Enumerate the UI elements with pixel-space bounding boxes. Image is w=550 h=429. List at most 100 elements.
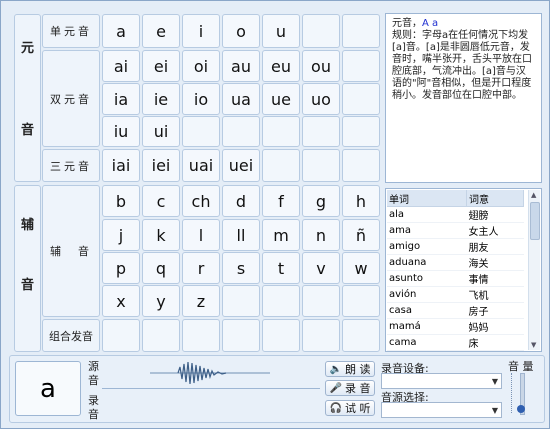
word-list-scrollbar[interactable]: ▲ ▼ bbox=[528, 190, 540, 350]
phoneme-key[interactable]: iu bbox=[102, 116, 140, 147]
phoneme-key[interactable]: n bbox=[302, 219, 340, 251]
word-row[interactable]: mamá 妈妈 bbox=[387, 318, 524, 335]
phoneme-key[interactable]: uei bbox=[222, 149, 260, 182]
current-letter-display: a bbox=[15, 361, 81, 416]
phoneme-key[interactable]: p bbox=[102, 252, 140, 284]
meaning-cell: 事情 bbox=[466, 270, 524, 287]
phoneme-key[interactable]: ua bbox=[222, 83, 260, 115]
empty-cell bbox=[222, 116, 260, 147]
phoneme-key[interactable]: ch bbox=[182, 185, 220, 217]
col-header-meaning[interactable]: 词意 bbox=[466, 190, 524, 207]
word-cell: avión bbox=[387, 286, 467, 303]
word-row[interactable]: amigo 朋友 bbox=[387, 238, 524, 255]
phoneme-key[interactable]: g bbox=[302, 185, 340, 217]
meaning-cell: 床 bbox=[466, 334, 524, 351]
phoneme-key[interactable]: ie bbox=[142, 83, 180, 115]
phoneme-key[interactable]: r bbox=[182, 252, 220, 284]
phoneme-key[interactable]: u bbox=[262, 14, 300, 48]
phoneme-key[interactable]: io bbox=[182, 83, 220, 115]
consonant-section-label: 辅 音 bbox=[14, 185, 41, 352]
waveform-divider bbox=[102, 388, 320, 389]
volume-slider-thumb[interactable] bbox=[517, 405, 525, 413]
word-table: 单词 词意 ala 翅膀 ama 女主人 amigo 朋友 aduana 海关 asunto 事情… bbox=[387, 190, 524, 351]
scroll-up-arrow-icon[interactable]: ▲ bbox=[531, 191, 536, 199]
row-label-triple-vowel: 三元音 bbox=[42, 149, 100, 182]
phoneme-key[interactable]: ll bbox=[222, 219, 260, 251]
empty-cell bbox=[342, 50, 380, 82]
phoneme-key[interactable]: z bbox=[182, 285, 220, 317]
phoneme-key[interactable]: ei bbox=[142, 50, 180, 82]
empty-cell bbox=[302, 149, 340, 182]
record-device-select[interactable]: ▼ bbox=[381, 373, 502, 389]
phoneme-key[interactable]: c bbox=[142, 185, 180, 217]
phoneme-key[interactable]: o bbox=[222, 14, 260, 48]
phoneme-key[interactable]: v bbox=[302, 252, 340, 284]
empty-cell bbox=[342, 83, 380, 115]
phoneme-key[interactable]: k bbox=[142, 219, 180, 251]
phoneme-key[interactable]: eu bbox=[262, 50, 300, 82]
phoneme-key[interactable]: j bbox=[102, 219, 140, 251]
phoneme-key[interactable]: ñ bbox=[342, 219, 380, 251]
word-cell: asunto bbox=[387, 270, 467, 287]
word-row[interactable]: aduana 海关 bbox=[387, 254, 524, 271]
phoneme-key[interactable]: ue bbox=[262, 83, 300, 115]
empty-cell bbox=[342, 14, 380, 48]
phoneme-key[interactable]: h bbox=[342, 185, 380, 217]
phoneme-key[interactable]: l bbox=[182, 219, 220, 251]
phoneme-key[interactable]: uo bbox=[302, 83, 340, 115]
word-row[interactable]: casa 房子 bbox=[387, 302, 524, 319]
col-header-word[interactable]: 单词 bbox=[387, 190, 467, 207]
empty-cell bbox=[302, 319, 340, 352]
phoneme-key[interactable]: w bbox=[342, 252, 380, 284]
phoneme-key[interactable]: uai bbox=[182, 149, 220, 182]
phoneme-key[interactable]: y bbox=[142, 285, 180, 317]
chevron-down-icon: ▼ bbox=[491, 406, 498, 415]
empty-cell bbox=[342, 319, 380, 352]
info-body: 规则：字母a在任何情况下均发[a]音。[a]是非圆唇低元音，发音时，嘴半张开，舌… bbox=[392, 30, 532, 101]
meaning-cell: 妈妈 bbox=[466, 318, 524, 335]
phoneme-key[interactable]: iai bbox=[102, 149, 140, 182]
volume-level-meter bbox=[511, 373, 514, 413]
phoneme-key[interactable]: ui bbox=[142, 116, 180, 147]
recorded-audio-label: 录音 bbox=[88, 394, 99, 421]
phoneme-key[interactable]: oi bbox=[182, 50, 220, 82]
phoneme-key[interactable]: au bbox=[222, 50, 260, 82]
phoneme-key[interactable]: ou bbox=[302, 50, 340, 82]
word-row[interactable]: ala 翅膀 bbox=[387, 206, 524, 223]
empty-cell bbox=[342, 285, 380, 317]
empty-cell bbox=[302, 116, 340, 147]
phoneme-key[interactable]: m bbox=[262, 219, 300, 251]
phoneme-key[interactable]: t bbox=[262, 252, 300, 284]
scroll-thumb[interactable] bbox=[530, 202, 540, 240]
phoneme-key[interactable]: f bbox=[262, 185, 300, 217]
word-list[interactable]: 单词 词意 ala 翅膀 ama 女主人 amigo 朋友 aduana 海关 asunto 事情… bbox=[385, 188, 542, 352]
word-cell: mamá bbox=[387, 318, 467, 335]
phoneme-key[interactable]: d bbox=[222, 185, 260, 217]
word-row[interactable]: asunto 事情 bbox=[387, 270, 524, 287]
phoneme-key[interactable]: a bbox=[102, 14, 140, 48]
info-title: 元音，A a bbox=[392, 18, 439, 29]
read-aloud-button[interactable]: 🔈 朗 读 bbox=[325, 361, 375, 377]
audio-source-select[interactable]: ▼ bbox=[381, 402, 502, 418]
empty-cell bbox=[302, 285, 340, 317]
phoneme-key[interactable]: e bbox=[142, 14, 180, 48]
phoneme-key[interactable]: x bbox=[102, 285, 140, 317]
phoneme-key[interactable]: ai bbox=[102, 50, 140, 82]
phoneme-key[interactable]: i bbox=[182, 14, 220, 48]
phoneme-key[interactable]: ia bbox=[102, 83, 140, 115]
phoneme-key[interactable]: s bbox=[222, 252, 260, 284]
scroll-down-arrow-icon[interactable]: ▼ bbox=[531, 341, 536, 349]
phoneme-key[interactable]: b bbox=[102, 185, 140, 217]
word-row[interactable]: cama 床 bbox=[387, 334, 524, 351]
record-button[interactable]: 🎤 录 音 bbox=[325, 380, 375, 396]
listen-button[interactable]: 🎧 试 听 bbox=[325, 400, 375, 416]
empty-cell bbox=[342, 149, 380, 182]
speaker-icon: 🔈 bbox=[329, 363, 342, 375]
source-waveform bbox=[150, 361, 270, 385]
word-row[interactable]: avión 飞机 bbox=[387, 286, 524, 303]
meaning-cell: 房子 bbox=[466, 302, 524, 319]
phoneme-key[interactable]: iei bbox=[142, 149, 180, 182]
word-cell: casa bbox=[387, 302, 467, 319]
phoneme-key[interactable]: q bbox=[142, 252, 180, 284]
word-row[interactable]: ama 女主人 bbox=[387, 222, 524, 239]
